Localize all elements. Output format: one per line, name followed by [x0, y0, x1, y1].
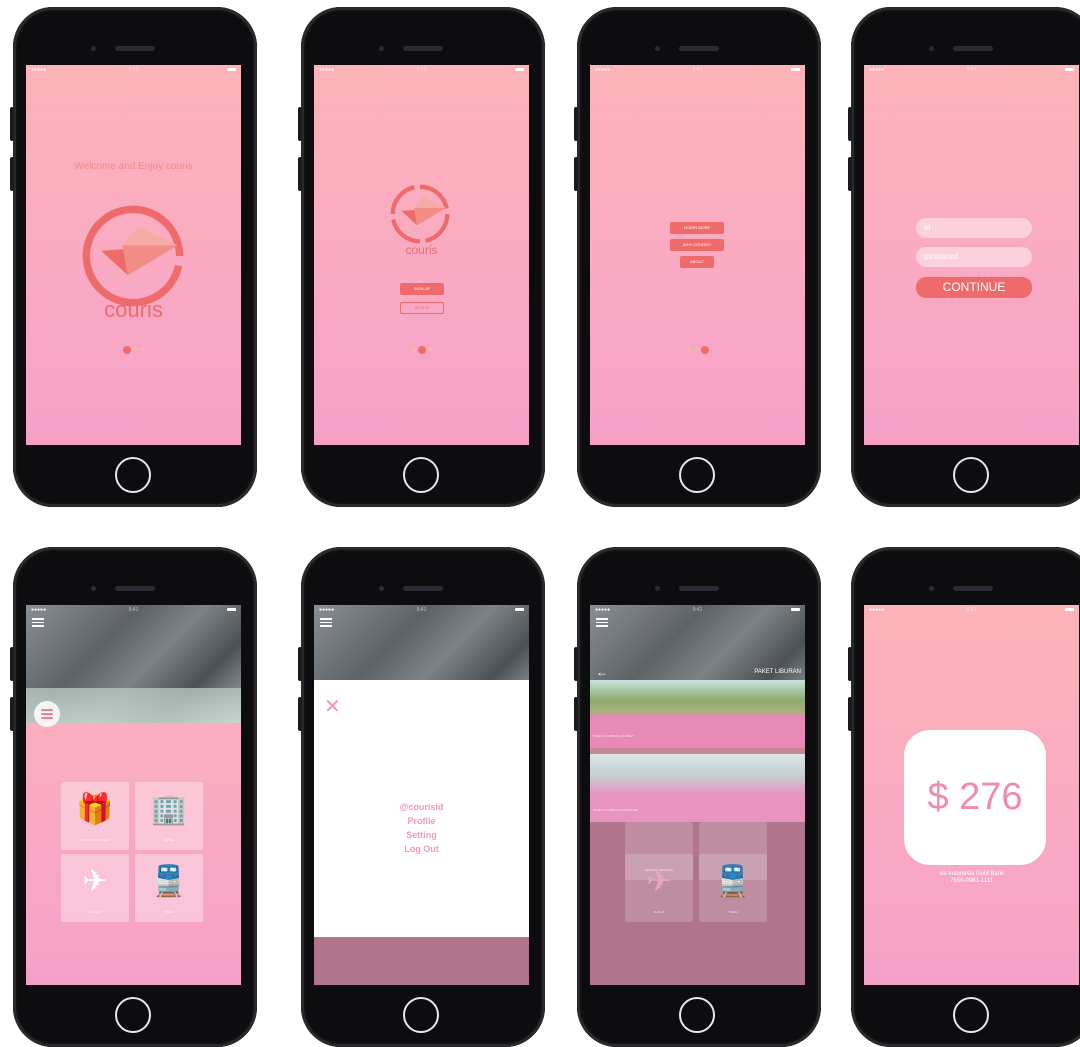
info-screen: ●●●●● 9:41 LEARN MORE WHY COURIS? ABOUT	[590, 65, 805, 445]
tile-holiday[interactable]: 🎁 HOLIDAY PACKAGE	[61, 782, 129, 850]
auth-screen: ●●●●● 9:41 couris SIGN UP SIGN IN	[314, 65, 529, 445]
payment-screen: ●●●●● 9:41 $ 276 via Indonesia Gold Bank …	[864, 605, 1079, 985]
why-couris-button[interactable]: WHY COURIS?	[670, 239, 724, 251]
couris-logo-icon	[390, 184, 450, 244]
phone-login: ●●●●● 9:41 id password CONTINUE	[848, 7, 1080, 507]
hotel-icon: 🏢	[150, 793, 188, 826]
tile-flight[interactable]: ✈ FLIGHT	[625, 854, 693, 922]
menu-sheet: ✕ @courisid Profile Setting Log Out	[314, 680, 529, 937]
menu-backdrop[interactable]	[314, 937, 529, 985]
menu-item-username[interactable]: @courisid	[314, 800, 529, 814]
password-field[interactable]: password	[916, 247, 1032, 267]
menu-icon[interactable]	[596, 618, 608, 627]
continue-button[interactable]: CONTINUE	[916, 277, 1032, 298]
paket-screen: ●●●●● 9:41 ← PAKET LIBURAN PAKET 1 LOMBOK…	[590, 605, 805, 985]
phone-side-menu: ●●●●● 9:41 ✕ @courisid Profile Setting Lo…	[298, 547, 545, 1047]
paket-card-1[interactable]: PAKET 1 LOMBOK JOURNEY	[590, 680, 805, 748]
paket-title: PAKET LIBURAN	[754, 669, 801, 675]
plane-icon: ✈	[646, 865, 672, 898]
close-icon[interactable]: ✕	[324, 694, 341, 719]
tile-flight[interactable]: ✈ FLIGHT	[61, 854, 129, 922]
paket-card-2[interactable]: PAKET 2 LOMBOK ADVENTURE	[590, 754, 805, 822]
phone-paket: ●●●●● 9:41 ← PAKET LIBURAN PAKET 1 LOMBOK…	[574, 547, 821, 1047]
paket-header: ← PAKET LIBURAN	[590, 665, 805, 680]
back-arrow-icon[interactable]: ←	[596, 665, 608, 679]
menu-fab-icon[interactable]	[34, 701, 60, 727]
welcome-text: Welcome and Enjoy couris	[74, 161, 193, 172]
side-menu-screen: ●●●●● 9:41 ✕ @courisid Profile Setting Lo…	[314, 605, 529, 985]
bank-name: via Indonesia Gold Bank	[938, 871, 1005, 877]
price-card: $ 276	[904, 730, 1046, 865]
menu-icon[interactable]	[320, 618, 332, 627]
train-icon: 🚆	[714, 865, 752, 898]
page-indicator[interactable]	[590, 341, 805, 359]
menu-item-profile[interactable]: Profile	[314, 814, 529, 828]
tile-hotel[interactable]: 🏢 HOTEL	[135, 782, 203, 850]
learn-more-button[interactable]: LEARN MORE	[670, 222, 724, 234]
brand-name: couris	[405, 243, 438, 257]
phone-auth: ●●●●● 9:41 couris SIGN UP SIGN IN	[298, 7, 545, 507]
home-screen: ●●●●● 9:41 🎁 HOLIDAY PACKAGE 🏢 HOTEL ✈ FL…	[26, 605, 241, 985]
phone-info: ●●●●● 9:41 LEARN MORE WHY COURIS? ABOUT	[574, 7, 821, 507]
about-button[interactable]: ABOUT	[680, 256, 714, 268]
hero-photo	[26, 605, 241, 723]
welcome-screen: ●●●●● 9:41 Welcome and Enjoy couris couri…	[26, 65, 241, 445]
menu-item-setting[interactable]: Setting	[314, 828, 529, 842]
signin-button[interactable]: SIGN IN	[400, 302, 444, 314]
phone-home: ●●●●● 9:41 🎁 HOLIDAY PACKAGE 🏢 HOTEL ✈ FL…	[10, 547, 257, 1047]
page-indicator[interactable]	[314, 341, 529, 359]
tile-train[interactable]: 🚆 TRAIN	[699, 854, 767, 922]
couris-logo-icon	[82, 205, 184, 307]
phone-payment: ●●●●● 9:41 $ 276 via Indonesia Gold Bank …	[848, 547, 1080, 1047]
gift-icon: 🎁	[76, 793, 114, 826]
tile-train[interactable]: 🚆 TRAIN	[135, 854, 203, 922]
brand-name: couris	[104, 297, 163, 322]
menu-list: @courisid Profile Setting Log Out	[314, 800, 529, 856]
login-screen: ●●●●● 9:41 id password CONTINUE	[864, 65, 1079, 445]
menu-item-logout[interactable]: Log Out	[314, 842, 529, 856]
payment-details: via Indonesia Gold Bank 7666-0981-1111	[864, 871, 1079, 885]
page-indicator[interactable]	[26, 341, 241, 359]
account-number: 7666-0981-1111	[950, 878, 993, 884]
signup-button[interactable]: SIGN UP	[400, 283, 444, 295]
menu-icon[interactable]	[32, 618, 44, 627]
plane-icon: ✈	[82, 865, 108, 898]
id-field[interactable]: id	[916, 218, 1032, 238]
phone-welcome: ●●●●● 9:41 Welcome and Enjoy couris couri…	[10, 7, 257, 507]
train-icon: 🚆	[150, 865, 188, 898]
